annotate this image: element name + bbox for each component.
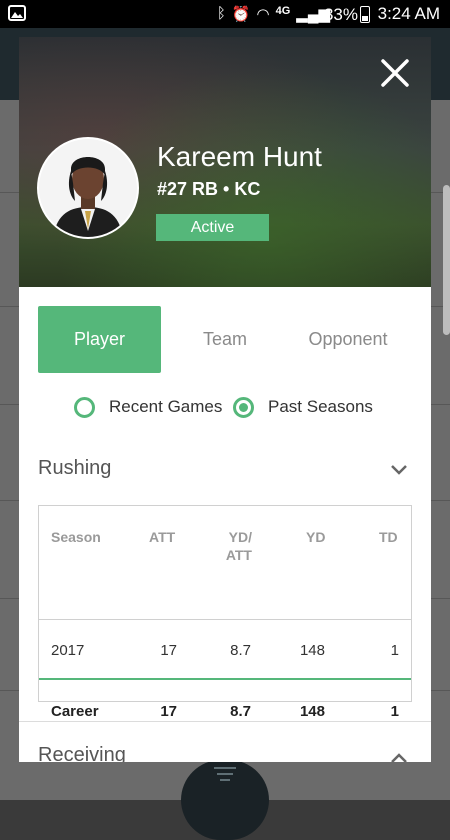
radio-unselected-icon [74,396,95,418]
status-icons: ᛒ ⏰ ◠ 4G ▂▄▆ [217,5,330,23]
cell-yd: 148 [299,642,325,659]
alarm-icon: ⏰ [231,6,251,23]
table-row-divider [39,678,411,680]
radio-past-seasons[interactable]: Past Seasons [233,393,373,421]
battery-icon [360,6,370,23]
status-bar: ᛒ ⏰ ◠ 4G ▂▄▆ 33% 3:24 AM [0,0,450,28]
cell-td: 1 [390,703,399,720]
radio-recent-games[interactable]: Recent Games [74,393,222,421]
player-card-modal: Kareem Hunt #27 RB • KC Active Player Te… [19,37,431,762]
cell-att: 17 [160,703,177,720]
wifi-icon: ◠ [256,6,270,23]
filter-icon [214,767,236,785]
gallery-notification-icon [8,4,26,27]
column-header-td: TD [379,529,398,545]
column-header-yd-per-att: YD/ ATT [225,529,252,563]
receiving-section-title[interactable]: Receiving [38,744,126,762]
tab-opponent[interactable]: Opponent [293,306,403,373]
bluetooth-icon: ᛒ [216,5,226,22]
cell-season: Career [51,703,99,720]
cell-yd: 148 [299,703,325,720]
chevron-up-icon [391,753,407,762]
cell-yd-per-att: 8.7 [230,703,251,720]
rushing-collapse-toggle[interactable] [390,464,408,476]
player-avatar [37,137,139,239]
cell-season: 2017 [51,642,85,659]
cell-yd-per-att: 8.7 [230,642,251,659]
network-type: 4G [275,5,291,17]
player-status-badge: Active [156,214,269,241]
battery-percent: 33% [323,5,358,24]
tab-player[interactable]: Player [38,306,161,373]
player-name: Kareem Hunt [157,141,322,172]
section-divider [19,721,431,722]
radio-label: Recent Games [109,397,223,416]
tab-team[interactable]: Team [183,306,267,373]
cell-att: 17 [160,642,177,659]
player-header: Kareem Hunt #27 RB • KC Active [19,37,431,287]
column-header-season: Season [51,529,101,545]
close-icon [381,59,409,87]
column-header-att: ATT [149,529,176,545]
cell-td: 1 [390,642,399,659]
rushing-stats-table: Season ATT YD/ ATT YD TD 2017 17 8.7 148… [38,505,412,720]
background-scrollbar[interactable] [443,185,450,335]
radio-label: Past Seasons [268,397,373,416]
column-header-yd: YD [306,529,326,545]
clock: 3:24 AM [377,4,440,23]
table-row-divider [39,619,411,620]
close-button[interactable] [379,57,411,89]
chevron-down-icon [391,465,407,475]
player-number-position-team: #27 RB • KC [157,179,261,199]
player-photo [39,139,137,237]
rushing-section-title[interactable]: Rushing [38,457,111,480]
receiving-collapse-toggle[interactable] [390,752,408,762]
radio-selected-icon [233,396,254,418]
